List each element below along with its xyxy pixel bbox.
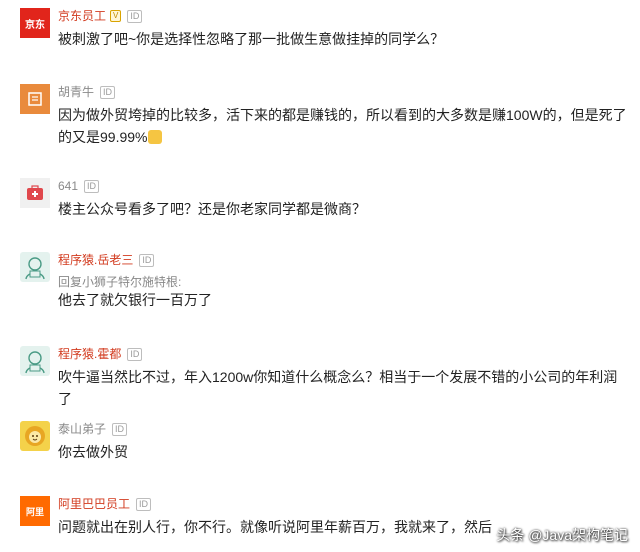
id-badge: ID [136,497,152,511]
username[interactable]: 阿里巴巴员工 [58,496,130,512]
comment-item: 泰山弟子 ID 你去做外贸 [0,421,640,469]
alibaba-logo-icon[interactable]: 阿里 [20,496,50,526]
id-badge: ID [112,422,128,436]
comment-header: 京东员工 V ID [58,7,143,25]
id-badge: ID [139,253,155,267]
comment-header: 程序猿.岳老三 ID [58,251,155,269]
avatar-text: 京东 [25,19,45,31]
comment-text-body: 因为做外贸垮掉的比较多，活下来的都是赚钱的，所以看到的大多数是赚100W的，但是… [58,107,627,145]
emoji-icon [148,130,163,144]
comment-list: 京东 京东员工 V ID 被刺激了吧~你是选择性忽略了那一批做生意做挂掉的同学么… [0,0,640,552]
comment-text: 因为做外贸垮掉的比较多，活下来的都是赚钱的，所以看到的大多数是赚100W的，但是… [58,104,628,148]
coder-avatar-icon[interactable] [20,346,50,376]
watermark: 头条 @Java架构笔记 [496,527,628,543]
book-icon[interactable] [20,84,50,114]
comment-item: 程序猿.岳老三 ID 回复小狮子特尔施特根: 他去了就欠银行一百万了 [0,252,640,316]
coder-glyph [25,257,45,280]
comment-item: 胡青牛 ID 因为做外贸垮掉的比较多，活下来的都是赚钱的，所以看到的大多数是赚1… [0,84,640,154]
username[interactable]: 京东员工 [58,8,106,24]
comment-text: 你去做外贸 [58,444,128,460]
comment-header: 泰山弟子 ID [58,420,128,438]
username[interactable]: 程序猿.霍都 [58,346,121,362]
username[interactable]: 泰山弟子 [58,421,106,437]
comment-header: 阿里巴巴员工 ID [58,495,152,513]
lion-avatar-icon[interactable] [20,421,50,451]
id-badge: ID [127,347,143,361]
comment-header: 程序猿.霍都 ID [58,345,143,363]
id-badge: ID [84,179,100,193]
username[interactable]: 641 [58,178,78,194]
comment-text: 吹牛逼当然比不过，年入1200w你知道什么概念么？相当于一个发展不错的小公司的年… [58,369,618,407]
comment-text: 被刺激了吧~你是选择性忽略了那一批做生意做挂掉的同学么？ [58,31,445,47]
id-badge: ID [100,85,116,99]
jd-logo-icon[interactable]: 京东 [20,8,50,38]
id-badge: ID [127,9,143,23]
vip-badge: V [110,10,122,22]
first-aid-icon[interactable] [20,178,50,208]
comment-text: 他去了就欠银行一百万了 [58,292,212,308]
username[interactable]: 程序猿.岳老三 [58,252,133,268]
first-aid-glyph [27,185,43,200]
lion-glyph [25,426,45,446]
comment-item: 641 ID 楼主公众号看多了吧？还是你老家同学都是微商？ [0,178,640,226]
comment-text: 楼主公众号看多了吧？还是你老家同学都是微商？ [58,201,366,217]
username[interactable]: 胡青牛 [58,84,94,100]
comment-item: 程序猿.霍都 ID 吹牛逼当然比不过，年入1200w你知道什么概念么？相当于一个… [0,345,640,407]
comment-item: 京东 京东员工 V ID 被刺激了吧~你是选择性忽略了那一批做生意做挂掉的同学么… [0,8,640,68]
book-glyph [28,92,42,106]
comment-header: 胡青牛 ID [58,83,116,101]
avatar-text: 阿里 [25,506,44,517]
reply-to-label[interactable]: 回复小狮子特尔施特根: [58,274,181,290]
coder-avatar-icon[interactable] [20,252,50,282]
comment-header: 641 ID [58,177,100,195]
coder-glyph [25,351,45,374]
